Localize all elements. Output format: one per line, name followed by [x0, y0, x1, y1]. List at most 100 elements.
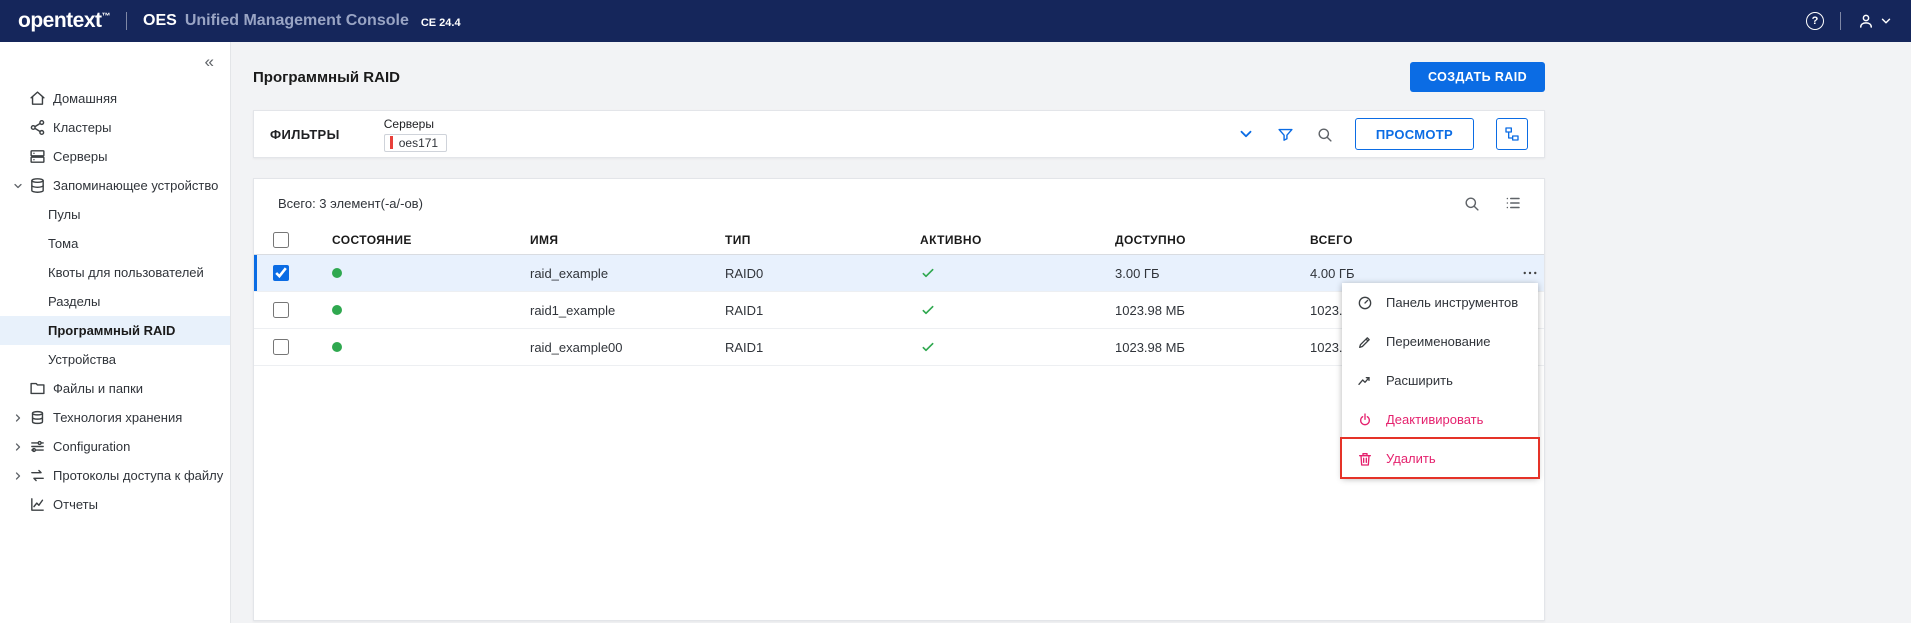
main-content: Программный RAID СОЗДАТЬ RAID ФИЛЬТРЫ Се… — [231, 42, 1911, 623]
sidebar-item-label: Разделы — [48, 294, 101, 309]
sidebar-collapse-button[interactable]: « — [205, 52, 214, 71]
collapse-filters-chevron-icon[interactable] — [1237, 125, 1255, 143]
clusters-icon — [29, 119, 53, 136]
home-icon — [29, 90, 53, 107]
filter-funnel-icon[interactable] — [1277, 126, 1294, 143]
row-checkbox[interactable] — [273, 265, 289, 281]
raid-type: RAID1 — [725, 302, 764, 318]
sidebar-item-pools[interactable]: Пулы — [0, 200, 230, 229]
storage-icon — [29, 177, 53, 194]
sidebar-item-devices[interactable]: Устройства — [0, 345, 230, 374]
menu-item-label: Переименование — [1386, 334, 1491, 349]
chevron-right-icon — [12, 470, 29, 482]
menu-item-dashboard[interactable]: Панель инструментов — [1342, 283, 1538, 322]
raid-name: raid1_example — [530, 302, 616, 318]
chip-status-bar — [389, 136, 393, 149]
sidebar-item-reports[interactable]: Отчеты — [0, 490, 230, 519]
chevron-down-icon — [12, 180, 29, 192]
menu-item-rename[interactable]: Переименование — [1342, 322, 1538, 361]
sidebar-item-label: Кластеры — [53, 120, 112, 135]
server-filter-chip: oes171 — [383, 133, 448, 152]
filters-label: ФИЛЬТРЫ — [270, 126, 340, 142]
sidebar-item-storage-technology[interactable]: Технология хранения — [0, 403, 230, 432]
expand-icon — [1357, 373, 1373, 389]
person-icon — [1857, 12, 1875, 30]
row-actions-context-menu: Панель инструментов Переименование Расши… — [1340, 283, 1540, 479]
tree-icon — [1504, 126, 1520, 142]
sidebar-item-label: Квоты для пользователей — [48, 265, 204, 280]
header-actions: ? — [1806, 12, 1893, 30]
menu-item-delete[interactable]: Удалить — [1342, 439, 1538, 478]
sidebar: « Домашняя Кластеры Серверы Запоминающее… — [0, 42, 231, 623]
opentext-logo: opentext™ — [18, 9, 110, 33]
product-name: OES — [143, 12, 177, 29]
table-header-row: СОСТОЯНИЕ ИМЯ ТИП АКТИВНО ДОСТУПНО ВСЕГО — [254, 225, 1544, 255]
active-check-icon — [920, 302, 936, 318]
sidebar-item-label: Пулы — [48, 207, 81, 222]
menu-item-label: Деактивировать — [1386, 412, 1484, 427]
select-all-checkbox[interactable] — [273, 231, 289, 248]
file-protocols-icon — [29, 467, 53, 484]
menu-item-label: Расширить — [1386, 373, 1453, 388]
status-online-dot — [332, 342, 342, 352]
row-actions-menu-icon[interactable] — [1521, 264, 1539, 282]
sidebar-item-clusters[interactable]: Кластеры — [0, 113, 230, 142]
sidebar-item-label: Программный RAID — [48, 323, 176, 338]
create-raid-button[interactable]: СОЗДАТЬ RAID — [1409, 62, 1545, 92]
column-header-available: ДОСТУПНО — [1115, 232, 1186, 247]
sidebar-nav: Домашняя Кластеры Серверы Запоминающее у… — [0, 84, 230, 519]
header-divider — [1840, 12, 1841, 30]
logo-text: opentext — [18, 9, 102, 32]
sidebar-item-label: Устройства — [48, 352, 117, 367]
menu-item-label: Панель инструментов — [1386, 295, 1519, 310]
filters-bar: ФИЛЬТРЫ Серверы oes171 ПРОСМОТР — [253, 110, 1545, 158]
sidebar-item-label: Файлы и папки — [53, 381, 144, 396]
menu-item-deactivate[interactable]: Деактивировать — [1342, 400, 1538, 439]
raid-available: 3.00 ГБ — [1115, 265, 1160, 281]
raid-name: raid_example00 — [530, 339, 623, 355]
view-button[interactable]: ПРОСМОТР — [1354, 118, 1474, 150]
sidebar-item-partitions[interactable]: Разделы — [0, 287, 230, 316]
chevron-right-icon — [12, 441, 29, 453]
user-menu-button[interactable] — [1857, 12, 1893, 30]
sidebar-item-file-access-protocols[interactable]: Протоколы доступа к файлу — [0, 461, 230, 490]
column-header-name: ИМЯ — [530, 232, 559, 247]
sidebar-item-files-folders[interactable]: Файлы и папки — [0, 374, 230, 403]
sidebar-item-configuration[interactable]: Configuration — [0, 432, 230, 461]
sidebar-item-home[interactable]: Домашняя — [0, 84, 230, 113]
status-online-dot — [332, 305, 342, 315]
sidebar-item-label: Configuration — [53, 439, 131, 454]
sidebar-item-servers[interactable]: Серверы — [0, 142, 230, 171]
row-checkbox[interactable] — [273, 302, 289, 318]
filters-search-icon[interactable] — [1316, 126, 1333, 143]
list-view-icon[interactable] — [1504, 194, 1522, 212]
active-check-icon — [920, 265, 936, 281]
sidebar-item-label: Тома — [48, 236, 79, 251]
deactivate-icon — [1357, 412, 1373, 428]
raid-type: RAID0 — [725, 265, 764, 281]
table-search-icon[interactable] — [1463, 195, 1480, 212]
sidebar-item-label: Серверы — [53, 149, 108, 164]
sidebar-item-volumes[interactable]: Тома — [0, 229, 230, 258]
help-icon[interactable]: ? — [1806, 12, 1824, 30]
trademark: ™ — [101, 11, 111, 21]
menu-item-label: Удалить — [1386, 451, 1436, 466]
page: opentext™ OES Unified Management Console… — [0, 0, 1911, 623]
menu-item-expand[interactable]: Расширить — [1342, 361, 1538, 400]
chevron-right-icon — [12, 412, 29, 424]
raid-name: raid_example — [530, 265, 609, 281]
sidebar-item-label: Запоминающее устройство — [53, 178, 219, 193]
tree-view-button[interactable] — [1496, 118, 1528, 150]
product-title: Unified Management Console — [184, 12, 409, 29]
status-online-dot — [332, 268, 342, 278]
sidebar-item-label: Отчеты — [53, 497, 98, 512]
active-check-icon — [920, 339, 936, 355]
delete-icon — [1357, 451, 1373, 467]
sidebar-item-storage[interactable]: Запоминающее устройство — [0, 171, 230, 200]
row-checkbox[interactable] — [273, 339, 289, 355]
total-count: Всего: 3 элемент(-а/-ов) — [278, 195, 423, 211]
chevron-down-icon — [1879, 14, 1893, 28]
sidebar-item-user-quotas[interactable]: Квоты для пользователей — [0, 258, 230, 287]
column-header-total: ВСЕГО — [1310, 232, 1353, 247]
sidebar-item-software-raid[interactable]: Программный RAID — [0, 316, 230, 345]
